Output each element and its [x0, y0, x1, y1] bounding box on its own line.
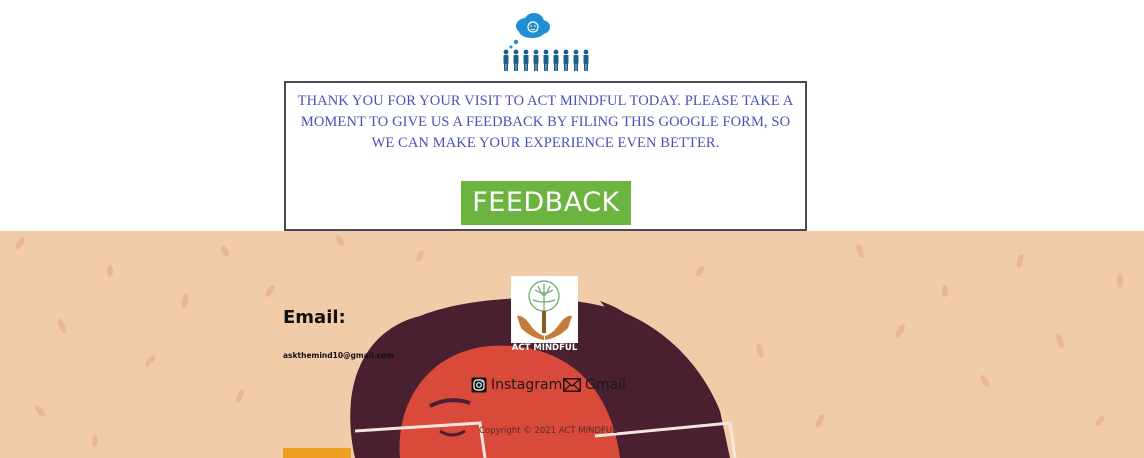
feedback-message: THANK YOU FOR YOUR VISIT TO ACT MINDFUL … — [297, 93, 794, 151]
tree-hands-icon — [517, 280, 572, 340]
brand-name: ACT MINDFUL — [511, 343, 578, 353]
instagram-icon — [471, 377, 487, 393]
brand-logo-image — [511, 276, 578, 343]
brand-logo[interactable]: ACT MINDFUL — [511, 276, 578, 356]
footer: Email: askthemind10@gmail.com ACT MINDFU… — [0, 231, 1144, 458]
mail-icon — [563, 378, 581, 392]
copyright-text: Copyright © 2021 ACT MINDFUL — [479, 426, 617, 436]
gmail-label: Gmail — [585, 377, 626, 393]
instagram-link[interactable]: Instagram — [471, 375, 562, 395]
top-section: THANK YOU FOR YOUR VISIT TO ACT MINDFUL … — [0, 0, 1144, 231]
gmail-link[interactable]: Gmail — [563, 375, 626, 395]
email-heading: Email: — [283, 307, 346, 328]
community-thought-logo — [503, 13, 589, 71]
feedback-button[interactable]: FEEDBACK — [461, 181, 631, 225]
feedback-panel: THANK YOU FOR YOUR VISIT TO ACT MINDFUL … — [284, 81, 807, 231]
instagram-label: Instagram — [491, 377, 563, 393]
email-address[interactable]: askthemind10@gmail.com — [283, 351, 394, 360]
